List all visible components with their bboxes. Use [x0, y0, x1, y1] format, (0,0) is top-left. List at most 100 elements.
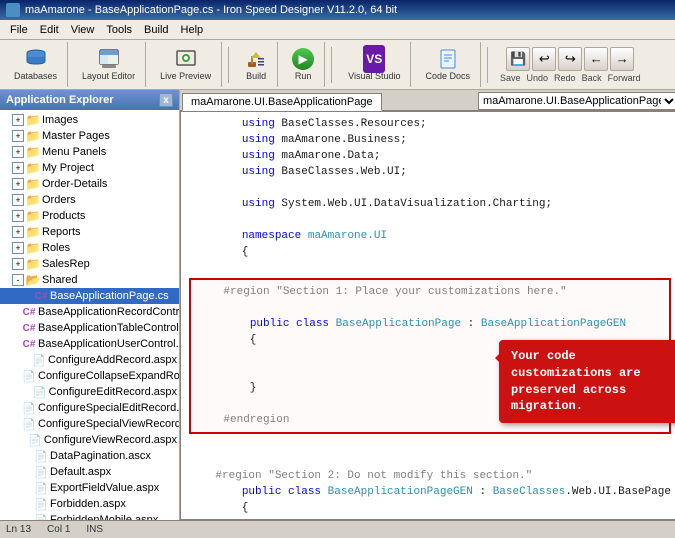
toolbar-group-build: Build — [235, 42, 278, 87]
menu-edit[interactable]: Edit — [34, 23, 65, 37]
tree-item-export-field[interactable]: 📄 ExportFieldValue.aspx — [0, 480, 179, 496]
code-editor[interactable]: using BaseClasses.Resources; using maAma… — [180, 111, 675, 520]
tree-item-configure-collapse[interactable]: 📄 ConfigureCollapseExpandRowBtn.aspx — [0, 368, 179, 384]
menu-bar: File Edit View Tools Build Help — [0, 20, 675, 40]
code-line: using System.Web.UI.DataVisualization.Ch… — [189, 196, 671, 212]
tree-toggle-products[interactable]: + — [12, 210, 24, 222]
tree-item-base-app-table[interactable]: C# BaseApplicationTableControl.cs — [0, 320, 179, 336]
folder-icon: 📁 — [26, 257, 40, 271]
back-button[interactable]: ← — [584, 47, 608, 71]
forward-button[interactable]: → — [610, 47, 634, 71]
region-1-block: #region "Section 1: Place your customiza… — [189, 278, 671, 434]
tree-item-base-app-cs[interactable]: C# BaseApplicationPage.cs — [0, 288, 179, 304]
tree-item-orders[interactable]: + 📁 Orders — [0, 192, 179, 208]
tree-label: Forbidden.aspx — [50, 498, 126, 510]
tree-label: BaseApplicationTableControl.cs — [38, 322, 179, 334]
databases-button[interactable]: Databases — [10, 46, 61, 83]
folder-open-icon: 📂 — [26, 273, 40, 287]
tree-item-forbidden-mobile[interactable]: 📄 ForbiddenMobile.aspx — [0, 512, 179, 520]
tree-item-roles[interactable]: + 📁 Roles — [0, 240, 179, 256]
run-label: Run — [295, 71, 312, 81]
run-icon: ▶ — [292, 48, 314, 70]
cs-file-icon: C# — [22, 321, 36, 335]
undo-button[interactable]: ↩ — [532, 47, 556, 71]
redo-button[interactable]: ↪ — [558, 47, 582, 71]
tree-item-reports[interactable]: + 📁 Reports — [0, 224, 179, 240]
cs-file-icon: C# — [22, 337, 36, 351]
tree-item-configure-view[interactable]: 📄 ConfigureViewRecord.aspx — [0, 432, 179, 448]
tree-area[interactable]: + 📁 Images + 📁 Master Pages + 📁 Menu Pan… — [0, 110, 179, 520]
live-preview-label: Live Preview — [160, 71, 211, 81]
left-panel: Application Explorer x + 📁 Images + 📁 Ma… — [0, 90, 180, 520]
tree-label: Master Pages — [42, 130, 110, 142]
databases-icon — [25, 48, 47, 70]
aspx-file-icon: 📄 — [32, 353, 46, 367]
code-tab-base-app[interactable]: maAmarone.UI.BaseApplicationPage — [182, 93, 382, 111]
tree-item-configure-special[interactable]: 📄 ConfigureSpecialEditRecord.aspx — [0, 400, 179, 416]
ascx-file-icon: 📄 — [34, 449, 48, 463]
tree-item-products[interactable]: + 📁 Products — [0, 208, 179, 224]
tree-label: Reports — [42, 226, 81, 238]
tree-item-order-details[interactable]: + 📁 Order-Details — [0, 176, 179, 192]
code-line: using BaseClasses.Web.UI; — [189, 164, 671, 180]
folder-icon: 📁 — [26, 177, 40, 191]
save-button[interactable]: 💾 — [506, 47, 530, 71]
tree-item-base-app-user[interactable]: C# BaseApplicationUserControl.cs — [0, 336, 179, 352]
menu-file[interactable]: File — [4, 23, 34, 37]
tree-toggle-images[interactable]: + — [12, 114, 24, 126]
tree-item-images[interactable]: + 📁 Images — [0, 112, 179, 128]
panel-close-button[interactable]: x — [159, 93, 173, 107]
tree-toggle-orders[interactable]: + — [12, 194, 24, 206]
code-line — [197, 300, 663, 316]
tree-item-forbidden[interactable]: 📄 Forbidden.aspx — [0, 496, 179, 512]
tree-item-configure-special-view[interactable]: 📄 ConfigureSpecialViewRecord.aspx — [0, 416, 179, 432]
status-ins: INS — [86, 524, 103, 535]
menu-help[interactable]: Help — [175, 23, 210, 37]
tree-label: ExportFieldValue.aspx — [50, 482, 159, 494]
status-ln: Ln 13 — [6, 524, 31, 535]
tree-label: My Project — [42, 162, 94, 174]
tree-item-default-aspx[interactable]: 📄 Default.aspx — [0, 464, 179, 480]
tree-item-shared[interactable]: - 📂 Shared — [0, 272, 179, 288]
undo-label: Undo — [527, 73, 549, 83]
live-preview-button[interactable]: Live Preview — [156, 46, 215, 83]
menu-tools[interactable]: Tools — [100, 23, 138, 37]
layout-editor-button[interactable]: Layout Editor — [78, 46, 139, 83]
tree-toggle-roles[interactable]: + — [12, 242, 24, 254]
menu-build[interactable]: Build — [138, 23, 174, 37]
aspx-file-icon: 📄 — [34, 497, 48, 511]
tree-toggle-order-details[interactable]: + — [12, 178, 24, 190]
tab-dropdown[interactable]: maAmarone.UI.BaseApplicationPage — [478, 92, 675, 110]
play-circle-icon: ▶ — [292, 48, 314, 70]
tree-toggle-salesrep[interactable]: + — [12, 258, 24, 270]
tree-label: BaseApplicationPage.cs — [50, 290, 169, 302]
aspx-file-icon: 📄 — [34, 465, 48, 479]
tree-item-my-project[interactable]: + 📁 My Project — [0, 160, 179, 176]
folder-icon: 📁 — [26, 161, 40, 175]
tree-item-data-pagination[interactable]: 📄 DataPagination.ascx — [0, 448, 179, 464]
folder-icon: 📁 — [26, 113, 40, 127]
tree-item-configure-add[interactable]: 📄 ConfigureAddRecord.aspx — [0, 352, 179, 368]
toolbar-separator-3 — [487, 47, 488, 83]
tree-label: Images — [42, 114, 78, 126]
tree-item-menu-panels[interactable]: + 📁 Menu Panels — [0, 144, 179, 160]
aspx-file-icon: 📄 — [34, 513, 48, 520]
tree-item-master-pages[interactable]: + 📁 Master Pages — [0, 128, 179, 144]
forward-label: Forward — [608, 73, 641, 83]
code-docs-button[interactable]: Code Docs — [421, 46, 474, 83]
tree-item-configure-edit[interactable]: 📄 ConfigureEditRecord.aspx — [0, 384, 179, 400]
tree-toggle-my-project[interactable]: + — [12, 162, 24, 174]
tree-toggle-master-pages[interactable]: + — [12, 130, 24, 142]
tree-item-salesrep[interactable]: + 📁 SalesRep — [0, 256, 179, 272]
tree-toggle-shared[interactable]: - — [12, 274, 24, 286]
tree-toggle-reports[interactable]: + — [12, 226, 24, 238]
aspx-file-icon: 📄 — [34, 481, 48, 495]
toolbar-separator-2 — [331, 47, 332, 83]
run-button[interactable]: ▶ Run — [288, 46, 318, 83]
tree-item-base-app-record[interactable]: C# BaseApplicationRecordControl.cs — [0, 304, 179, 320]
tree-label: Shared — [42, 274, 77, 286]
menu-view[interactable]: View — [65, 23, 101, 37]
visual-studio-button[interactable]: VS Visual Studio — [344, 46, 404, 83]
build-button[interactable]: Build — [241, 46, 271, 83]
tree-toggle-menu-panels[interactable]: + — [12, 146, 24, 158]
